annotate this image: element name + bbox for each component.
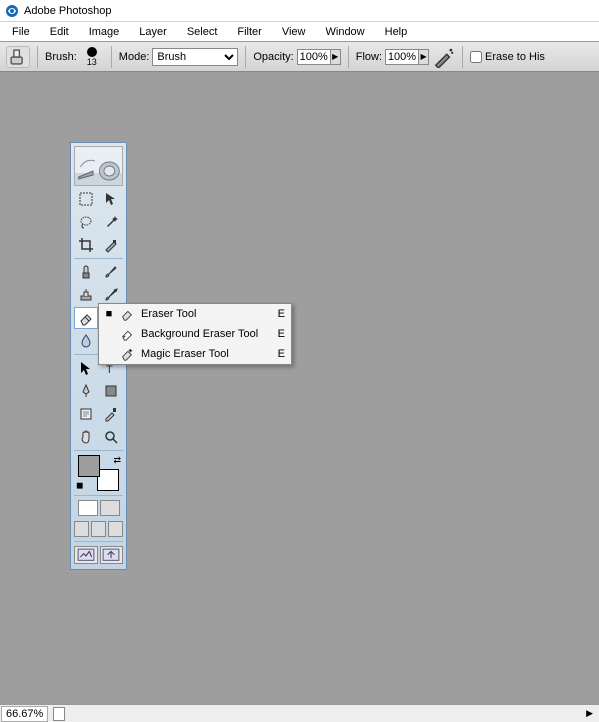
- background-color-swatch[interactable]: [97, 469, 119, 491]
- erase-to-history-checkbox[interactable]: Erase to His: [470, 51, 545, 63]
- tool-magic-wand[interactable]: [99, 211, 123, 233]
- tool-eyedropper[interactable]: [99, 403, 123, 425]
- screen-mode-standard[interactable]: [74, 521, 89, 537]
- tool-move[interactable]: [99, 188, 123, 210]
- standard-mode-button[interactable]: [78, 500, 98, 516]
- status-flyout-arrow[interactable]: ▶: [586, 708, 593, 719]
- tool-pen[interactable]: [74, 380, 98, 402]
- tool-lasso[interactable]: [74, 211, 98, 233]
- title-bar: Adobe Photoshop: [0, 0, 599, 22]
- tool-zoom[interactable]: [99, 426, 123, 448]
- svg-text:T: T: [106, 364, 113, 376]
- background-eraser-icon: [119, 327, 135, 341]
- default-colors-icon[interactable]: ◼: [76, 480, 83, 491]
- checkmark-icon: ■: [105, 308, 113, 320]
- swap-colors-icon[interactable]: ⇄: [113, 455, 121, 466]
- tool-slice[interactable]: [99, 234, 123, 256]
- screen-mode-full-menubar[interactable]: [91, 521, 106, 537]
- app-logo-icon: [4, 3, 20, 19]
- toolbox-header-icon: [74, 146, 123, 186]
- tool-blur[interactable]: [74, 330, 98, 352]
- status-bar: 66.67% ▶: [0, 704, 599, 722]
- flow-label: Flow:: [356, 51, 382, 63]
- tool-brush[interactable]: [99, 261, 123, 283]
- mode-select[interactable]: Brush: [152, 48, 238, 66]
- mode-label: Mode:: [119, 51, 150, 63]
- tool-marquee[interactable]: [74, 188, 98, 210]
- options-bar: Brush: 13 Mode: Brush Opacity: ▶ Flow: ▶…: [0, 42, 599, 72]
- opacity-label: Opacity:: [253, 51, 293, 63]
- color-swatches[interactable]: ◼ ⇄: [76, 455, 121, 491]
- brush-preset-picker[interactable]: 13: [80, 47, 104, 67]
- tool-hand[interactable]: [74, 426, 98, 448]
- tool-shape[interactable]: [99, 380, 123, 402]
- brush-label: Brush:: [45, 51, 77, 63]
- menu-select[interactable]: Select: [177, 24, 228, 40]
- quickmask-mode-button[interactable]: [100, 500, 120, 516]
- menu-view[interactable]: View: [272, 24, 316, 40]
- screen-mode-full[interactable]: [108, 521, 123, 537]
- menu-window[interactable]: Window: [316, 24, 375, 40]
- eraser-icon: [119, 307, 135, 321]
- app-title: Adobe Photoshop: [24, 5, 111, 17]
- flyout-item-eraser[interactable]: ■ Eraser Tool E: [99, 304, 291, 324]
- menu-help[interactable]: Help: [375, 24, 418, 40]
- jump-to-button[interactable]: [100, 546, 124, 564]
- menu-bar: File Edit Image Layer Select Filter View…: [0, 22, 599, 42]
- tool-eraser[interactable]: [74, 307, 98, 329]
- eraser-flyout-menu: ■ Eraser Tool E Background Eraser Tool E…: [98, 303, 292, 365]
- current-tool-icon[interactable]: [6, 46, 30, 68]
- brush-dot-icon: [87, 47, 97, 57]
- magic-eraser-icon: [119, 347, 135, 361]
- zoom-level[interactable]: 66.67%: [1, 706, 48, 722]
- tool-healing-brush[interactable]: [74, 261, 98, 283]
- flow-input[interactable]: [385, 49, 419, 65]
- flyout-item-magic-eraser[interactable]: Magic Eraser Tool E: [99, 344, 291, 364]
- jump-to-imageready-button[interactable]: [74, 546, 98, 564]
- foreground-color-swatch[interactable]: [78, 455, 100, 477]
- menu-image[interactable]: Image: [79, 24, 130, 40]
- flyout-item-background-eraser[interactable]: Background Eraser Tool E: [99, 324, 291, 344]
- tool-path-selection[interactable]: [74, 357, 98, 379]
- document-icon: [53, 707, 65, 721]
- menu-edit[interactable]: Edit: [40, 24, 79, 40]
- flow-flyout-arrow[interactable]: ▶: [419, 49, 429, 65]
- opacity-input[interactable]: [297, 49, 331, 65]
- menu-file[interactable]: File: [2, 24, 40, 40]
- opacity-flyout-arrow[interactable]: ▶: [331, 49, 341, 65]
- tool-crop[interactable]: [74, 234, 98, 256]
- tool-clone-stamp[interactable]: [74, 284, 98, 306]
- menu-filter[interactable]: Filter: [227, 24, 271, 40]
- airbrush-icon[interactable]: [433, 48, 455, 66]
- tool-notes[interactable]: [74, 403, 98, 425]
- menu-layer[interactable]: Layer: [129, 24, 177, 40]
